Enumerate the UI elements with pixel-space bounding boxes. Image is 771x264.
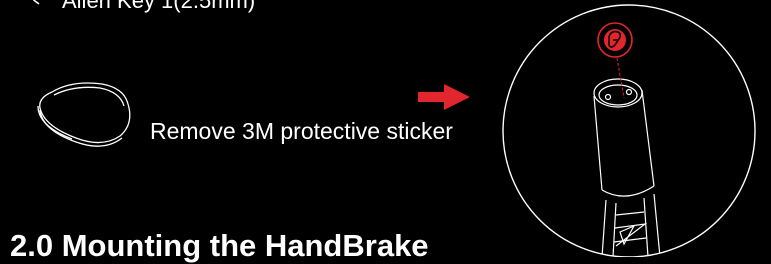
handbrake-detail-illustration — [502, 4, 756, 257]
arrow-right-icon — [418, 84, 470, 110]
allen-key-caption: Allen Key 1(2.5mm) — [62, 0, 256, 13]
section-heading: 2.0 Mounting the HandBrake — [10, 228, 429, 263]
sticker-pad-icon — [37, 82, 131, 147]
detail-circle — [502, 4, 756, 257]
brand-logo-icon — [597, 22, 633, 58]
sticker-step-caption: Remove 3M protective sticker — [150, 118, 453, 144]
